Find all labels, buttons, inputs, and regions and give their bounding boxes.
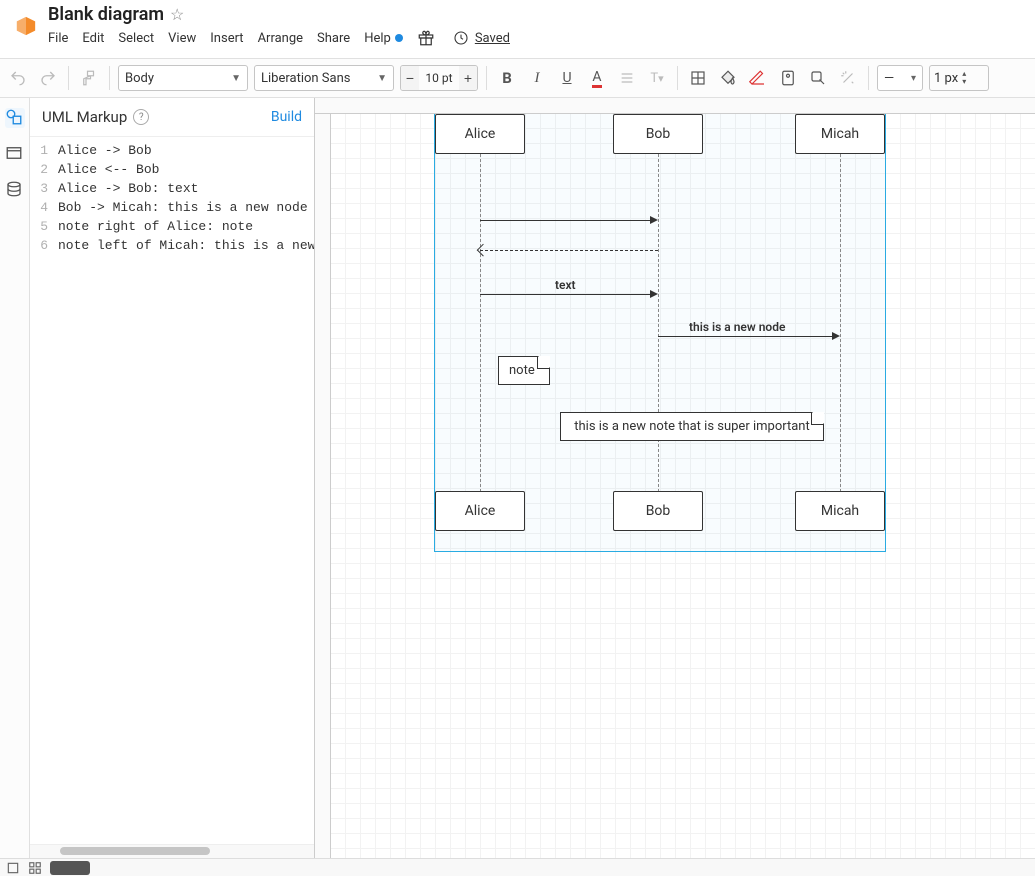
line-width-stepper[interactable]: 1 px ▴▾ <box>929 65 989 91</box>
actor-micah-top[interactable]: Micah <box>795 114 885 154</box>
actor-alice-top[interactable]: Alice <box>435 114 525 154</box>
message-arrow-3[interactable] <box>480 294 650 295</box>
document-title[interactable]: Blank diagram <box>48 4 164 25</box>
notification-dot-icon <box>395 34 403 42</box>
saved-status[interactable]: Saved <box>453 30 510 46</box>
lifeline-alice[interactable] <box>480 154 481 492</box>
font-size-decrease[interactable]: − <box>401 66 419 90</box>
selection-rect[interactable] <box>434 98 886 552</box>
text-color-icon[interactable]: A <box>585 66 609 90</box>
message-label-3[interactable]: text <box>555 278 576 292</box>
menu-file[interactable]: File <box>48 31 68 46</box>
format-painter-icon[interactable] <box>77 66 101 90</box>
line-width-down[interactable]: ▾ <box>962 78 966 86</box>
menu-arrange[interactable]: Arrange <box>258 31 303 46</box>
menu-share[interactable]: Share <box>317 31 350 46</box>
magic-icon[interactable] <box>836 66 860 90</box>
menu-help[interactable]: Help <box>364 31 403 46</box>
font-family-select[interactable]: Liberation Sans▼ <box>254 65 394 91</box>
bold-icon[interactable]: B <box>495 66 519 90</box>
message-label-4[interactable]: this is a new node <box>689 320 785 334</box>
note-alice[interactable]: note <box>498 356 550 385</box>
canvas[interactable]: Alice Bob Micah text this is a new node … <box>315 98 1035 858</box>
code-line: 4Bob -> Micah: this is a new node <box>30 198 314 217</box>
panel-h-scrollbar[interactable] <box>30 844 314 858</box>
uml-markup-panel: UML Markup ? Build 1Alice -> Bob 2Alice … <box>30 98 315 858</box>
shapes-panel-icon[interactable] <box>5 108 25 128</box>
toolbar: Body▼ Liberation Sans▼ − 10 pt + B I U A… <box>0 58 1035 98</box>
undo-icon[interactable] <box>6 66 30 90</box>
line-style-select[interactable]: —▾ <box>877 65 923 91</box>
block-style-select[interactable]: Body▼ <box>118 65 248 91</box>
fill-bucket-icon[interactable] <box>716 66 740 90</box>
left-tool-rail <box>0 98 30 858</box>
status-bar <box>0 858 1035 876</box>
arrow-head-icon <box>832 332 840 340</box>
status-icon-2[interactable] <box>28 861 42 875</box>
arrow-head-icon <box>650 216 658 224</box>
menu-bar: File Edit Select View Insert Arrange Sha… <box>48 29 516 47</box>
saved-label: Saved <box>475 31 510 46</box>
favorite-star-icon[interactable]: ☆ <box>170 5 184 24</box>
panel-title: UML Markup <box>42 108 127 126</box>
code-line: 3Alice -> Bob: text <box>30 179 314 198</box>
redo-icon[interactable] <box>36 66 60 90</box>
container-icon[interactable] <box>5 144 25 164</box>
app-logo-icon[interactable] <box>12 12 40 40</box>
status-icon-1[interactable] <box>6 861 20 875</box>
ruler-horizontal[interactable] <box>315 98 1035 114</box>
font-size-value[interactable]: 10 pt <box>419 71 459 85</box>
align-icon[interactable] <box>615 66 639 90</box>
message-arrow-1[interactable] <box>480 220 650 221</box>
help-icon[interactable]: ? <box>133 109 149 125</box>
shape-fill-icon[interactable] <box>686 66 710 90</box>
ruler-vertical[interactable] <box>315 98 331 858</box>
data-icon[interactable] <box>5 180 25 200</box>
menu-view[interactable]: View <box>168 31 196 46</box>
code-line: 5note right of Alice: note <box>30 217 314 236</box>
text-options-icon[interactable]: T▾ <box>645 66 669 90</box>
actor-bob-bottom[interactable]: Bob <box>613 491 703 531</box>
build-button[interactable]: Build <box>271 109 302 125</box>
lifeline-bob[interactable] <box>658 154 659 492</box>
code-line: 1Alice -> Bob <box>30 141 314 160</box>
font-size-stepper[interactable]: − 10 pt + <box>400 65 478 91</box>
menu-insert[interactable]: Insert <box>210 31 243 46</box>
font-size-increase[interactable]: + <box>459 66 477 90</box>
underline-icon[interactable]: U <box>555 66 579 90</box>
header: Blank diagram ☆ File Edit Select View In… <box>0 0 1035 58</box>
arrow-head-icon <box>650 290 658 298</box>
italic-icon[interactable]: I <box>525 66 549 90</box>
code-editor[interactable]: 1Alice -> Bob 2Alice <-- Bob 3Alice -> B… <box>30 137 314 844</box>
lifeline-micah[interactable] <box>840 154 841 492</box>
status-pill[interactable] <box>50 861 90 875</box>
menu-edit[interactable]: Edit <box>82 31 104 46</box>
message-arrow-2[interactable] <box>480 250 658 251</box>
gift-icon[interactable] <box>417 29 435 47</box>
message-arrow-4[interactable] <box>658 336 832 337</box>
actor-bob-top[interactable]: Bob <box>613 114 703 154</box>
actor-micah-bottom[interactable]: Micah <box>795 491 885 531</box>
code-line: 6note left of Micah: this is a new n <box>30 236 314 255</box>
code-line: 2Alice <-- Bob <box>30 160 314 179</box>
menu-select[interactable]: Select <box>118 31 154 46</box>
edit-shape-icon[interactable] <box>806 66 830 90</box>
border-color-icon[interactable] <box>746 66 770 90</box>
note-micah[interactable]: this is a new note that is super importa… <box>560 412 824 441</box>
shape-options-icon[interactable] <box>776 66 800 90</box>
actor-alice-bottom[interactable]: Alice <box>435 491 525 531</box>
